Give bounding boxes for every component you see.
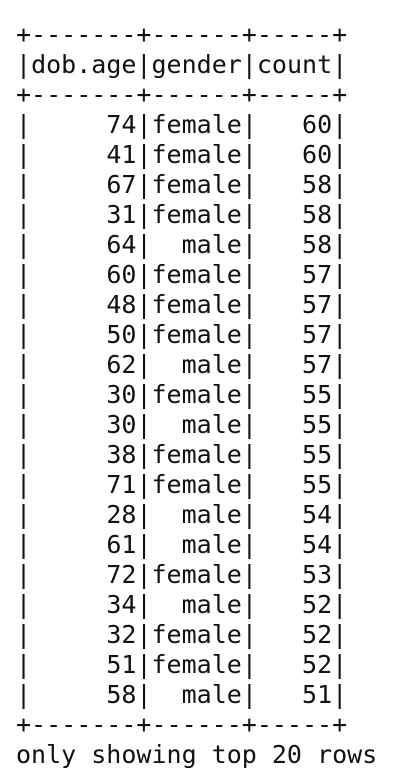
- cell-dob-age: 74: [106, 110, 137, 139]
- table-row: | 30| male| 55|: [16, 410, 348, 439]
- table-row: | 28| male| 54|: [16, 500, 348, 529]
- cell-dob-age: 41: [106, 140, 137, 169]
- cell-gender: male: [181, 530, 242, 559]
- table-row: | 67|female| 58|: [16, 170, 348, 199]
- cell-gender: female: [151, 260, 242, 289]
- table-row: | 32|female| 52|: [16, 620, 348, 649]
- header-dob-age: dob.age: [31, 50, 137, 79]
- table-row: | 48|female| 57|: [16, 290, 348, 319]
- cell-dob-age: 58: [106, 680, 137, 709]
- table-header-border: +-------+------+-----+: [16, 80, 348, 109]
- table-row: | 34| male| 52|: [16, 590, 348, 619]
- table-row: | 62| male| 57|: [16, 350, 348, 379]
- cell-dob-age: 48: [106, 290, 137, 319]
- table-header-row: |dob.age|gender|count|: [16, 50, 348, 79]
- table-row: | 51|female| 52|: [16, 650, 348, 679]
- cell-gender: female: [151, 170, 242, 199]
- table-row: | 58| male| 51|: [16, 680, 348, 709]
- cell-count: 53: [302, 560, 333, 589]
- table-row: | 30|female| 55|: [16, 380, 348, 409]
- cell-gender: female: [151, 290, 242, 319]
- terminal-output: +-------+------+-----+ |dob.age|gender|c…: [0, 0, 408, 782]
- cell-count: 58: [302, 200, 333, 229]
- cell-count: 57: [302, 320, 333, 349]
- cell-gender: male: [181, 500, 242, 529]
- cell-count: 52: [302, 620, 333, 649]
- cell-dob-age: 30: [106, 380, 137, 409]
- cell-dob-age: 50: [106, 320, 137, 349]
- cell-dob-age: 51: [106, 650, 137, 679]
- cell-count: 57: [302, 290, 333, 319]
- cell-gender: female: [151, 560, 242, 589]
- table-row: | 61| male| 54|: [16, 530, 348, 559]
- header-gender: gender: [151, 50, 242, 79]
- cell-count: 54: [302, 530, 333, 559]
- cell-dob-age: 64: [106, 230, 137, 259]
- cell-gender: male: [181, 350, 242, 379]
- cell-count: 58: [302, 170, 333, 199]
- cell-dob-age: 62: [106, 350, 137, 379]
- cell-count: 55: [302, 410, 333, 439]
- table-row: | 71|female| 55|: [16, 470, 348, 499]
- cell-dob-age: 60: [106, 260, 137, 289]
- cell-gender: female: [151, 650, 242, 679]
- cell-dob-age: 34: [106, 590, 137, 619]
- header-count: count: [256, 50, 333, 79]
- cell-gender: male: [181, 590, 242, 619]
- cell-dob-age: 38: [106, 440, 137, 469]
- cell-dob-age: 67: [106, 170, 137, 199]
- table-top-border: +-------+------+-----+: [16, 20, 348, 49]
- console-text: +-------+------+-----+ |dob.age|gender|c…: [16, 20, 406, 770]
- table-row: | 60|female| 57|: [16, 260, 348, 289]
- cell-gender: female: [151, 470, 242, 499]
- cell-count: 51: [302, 680, 333, 709]
- cell-gender: female: [151, 320, 242, 349]
- cell-gender: female: [151, 440, 242, 469]
- table-row: | 31|female| 58|: [16, 200, 348, 229]
- table-row: | 74|female| 60|: [16, 110, 348, 139]
- cell-count: 54: [302, 500, 333, 529]
- cell-gender: female: [151, 200, 242, 229]
- cell-gender: female: [151, 620, 242, 649]
- cell-count: 52: [302, 590, 333, 619]
- table-bottom-border: +-------+------+-----+: [16, 710, 348, 739]
- table-row: | 38|female| 55|: [16, 440, 348, 469]
- table-row: | 64| male| 58|: [16, 230, 348, 259]
- cell-count: 55: [302, 470, 333, 499]
- cell-count: 57: [302, 260, 333, 289]
- table-body: | 74|female| 60| | 41|female| 60| | 67|fem…: [16, 110, 406, 710]
- cell-count: 60: [302, 110, 333, 139]
- cell-gender: female: [151, 110, 242, 139]
- cell-dob-age: 61: [106, 530, 137, 559]
- table-row: | 50|female| 57|: [16, 320, 348, 349]
- cell-dob-age: 72: [106, 560, 137, 589]
- table-row: | 72|female| 53|: [16, 560, 348, 589]
- cell-gender: female: [151, 380, 242, 409]
- table-row: | 41|female| 60|: [16, 140, 348, 169]
- cell-count: 55: [302, 440, 333, 469]
- cell-gender: male: [181, 410, 242, 439]
- cell-count: 55: [302, 380, 333, 409]
- cell-dob-age: 32: [106, 620, 137, 649]
- cell-count: 52: [302, 650, 333, 679]
- cell-count: 60: [302, 140, 333, 169]
- cell-count: 57: [302, 350, 333, 379]
- cell-dob-age: 31: [106, 200, 137, 229]
- cell-gender: female: [151, 140, 242, 169]
- cell-dob-age: 71: [106, 470, 137, 499]
- cell-gender: male: [181, 680, 242, 709]
- cell-count: 58: [302, 230, 333, 259]
- cell-dob-age: 28: [106, 500, 137, 529]
- cell-dob-age: 30: [106, 410, 137, 439]
- cell-gender: male: [181, 230, 242, 259]
- footer-note: only showing top 20 rows: [16, 740, 378, 769]
